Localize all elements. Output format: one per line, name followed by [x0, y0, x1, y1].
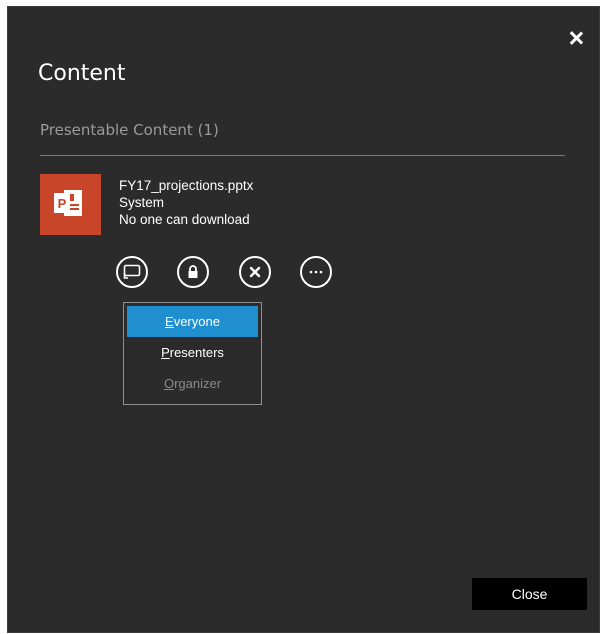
content-dialog: Content Presentable Content (1) P FY17_p…	[7, 6, 600, 633]
close-icon[interactable]	[569, 31, 583, 45]
file-info: FY17_projections.pptx System No one can …	[119, 177, 253, 228]
lock-icon	[188, 265, 198, 278]
download-status: No one can download	[119, 212, 250, 227]
file-owner: System	[119, 195, 165, 210]
download-permission-menu: Everyone Presenters Organizer	[123, 302, 262, 405]
svg-text:P: P	[58, 196, 67, 211]
file-name[interactable]: FY17_projections.pptx	[119, 177, 253, 194]
lock-button[interactable]	[177, 256, 209, 288]
dialog-title: Content	[38, 61, 126, 86]
present-button[interactable]	[116, 256, 148, 288]
more-options-icon	[309, 270, 323, 274]
present-screen-icon	[123, 264, 141, 279]
menu-item-everyone[interactable]: Everyone	[127, 306, 258, 337]
remove-icon	[249, 266, 261, 278]
more-options-button[interactable]	[300, 256, 332, 288]
menu-item-organizer[interactable]: Organizer	[127, 368, 258, 399]
section-header: Presentable Content (1)	[40, 121, 219, 139]
section-divider	[40, 155, 565, 156]
remove-button[interactable]	[239, 256, 271, 288]
file-thumbnail[interactable]: P	[40, 174, 101, 235]
powerpoint-icon: P	[54, 190, 82, 216]
menu-item-presenters[interactable]: Presenters	[127, 337, 258, 368]
close-button[interactable]: Close	[472, 578, 587, 610]
